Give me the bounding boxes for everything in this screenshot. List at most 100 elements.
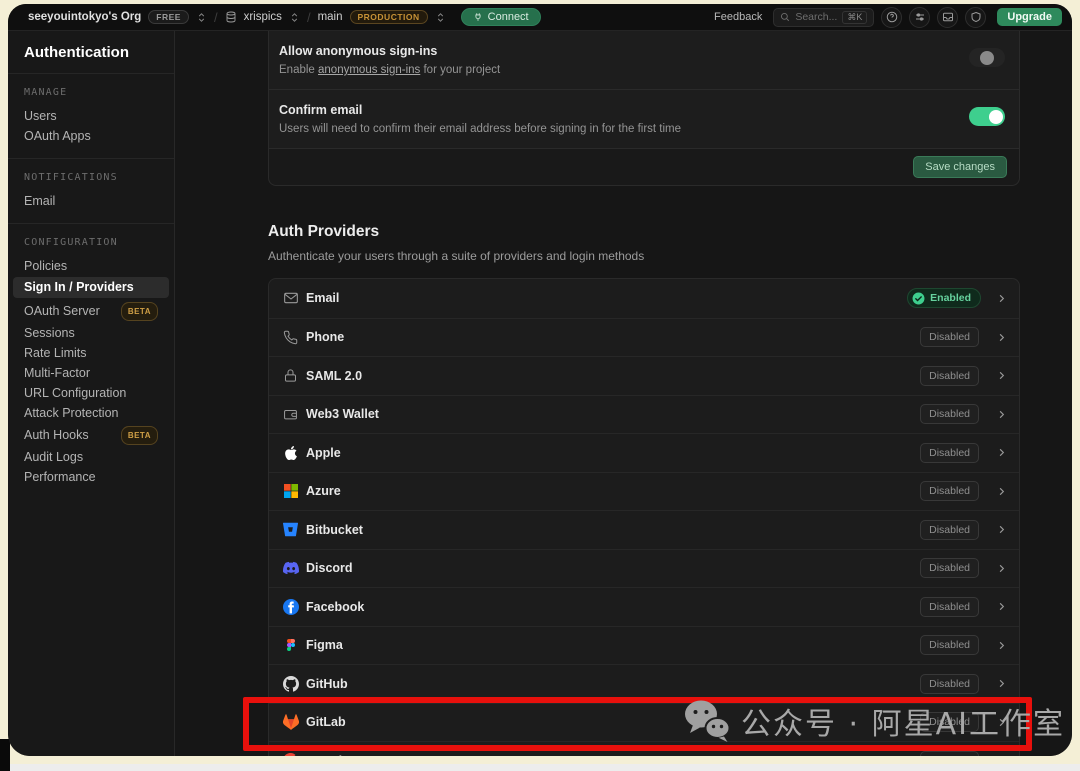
sidebar-item-label: Auth Hooks — [24, 428, 89, 443]
sidebar-item-url-configuration[interactable]: URL Configuration — [8, 383, 174, 403]
provider-row-facebook[interactable]: Facebook Disabled — [269, 587, 1019, 626]
project-switcher[interactable]: xrispics — [244, 11, 282, 23]
github-logo-icon — [282, 675, 299, 692]
sidebar-item-label: OAuth Apps — [24, 129, 91, 144]
beta-badge: BETA — [121, 426, 158, 445]
sidebar-item-label: Audit Logs — [24, 450, 83, 465]
org-switcher[interactable]: seeyouintokyo's Org — [28, 11, 141, 23]
chevron-right-icon — [996, 332, 1007, 343]
chevrons-up-down-icon[interactable] — [196, 12, 207, 23]
setting-title: Allow anonymous sign-ins — [279, 44, 969, 58]
status-badge: Disabled — [920, 712, 979, 732]
connect-button[interactable]: Connect — [461, 8, 541, 26]
sidebar-item-label: URL Configuration — [24, 386, 126, 401]
sidebar-item-sign-in-providers[interactable]: Sign In / Providers — [13, 277, 169, 298]
settings-button[interactable] — [909, 7, 930, 28]
chevrons-up-down-icon[interactable] — [289, 12, 300, 23]
sidebar-item-users[interactable]: Users — [8, 106, 174, 126]
chevron-right-icon — [996, 293, 1007, 304]
apple-logo-icon — [282, 444, 299, 461]
status-label: Enabled — [930, 292, 971, 304]
provider-row-phone[interactable]: Phone Disabled — [269, 318, 1019, 357]
provider-row-github[interactable]: GitHub Disabled — [269, 664, 1019, 703]
upgrade-button[interactable]: Upgrade — [997, 8, 1062, 26]
sidebar-item-sessions[interactable]: Sessions — [8, 323, 174, 343]
lock-icon — [282, 367, 299, 384]
branch-switcher[interactable]: main — [318, 11, 343, 23]
sidebar-section-manage: MANAGE Users OAuth Apps — [8, 74, 174, 159]
provider-row-figma[interactable]: Figma Disabled — [269, 626, 1019, 665]
phone-icon — [282, 329, 299, 346]
breadcrumb-divider: / — [214, 10, 218, 25]
provider-name: Web3 Wallet — [306, 407, 920, 421]
email-settings-card: Allow anonymous sign-ins Enable anonymou… — [268, 31, 1020, 186]
provider-row-bitbucket[interactable]: Bitbucket Disabled — [269, 510, 1019, 549]
sidebar-item-label: OAuth Server — [24, 304, 100, 319]
sidebar-item-rate-limits[interactable]: Rate Limits — [8, 343, 174, 363]
mail-icon — [282, 290, 299, 307]
corner-artifact — [0, 739, 10, 771]
sidebar-item-email[interactable]: Email — [8, 191, 174, 211]
auth-sidebar: Authentication MANAGE Users OAuth Apps N… — [8, 31, 175, 756]
sidebar-item-oauth-server[interactable]: OAuth Server BETA — [8, 299, 174, 323]
provider-name: Discord — [306, 561, 920, 575]
provider-name: Google — [306, 754, 920, 756]
section-label: NOTIFICATIONS — [8, 172, 174, 183]
provider-row-saml[interactable]: SAML 2.0 Disabled — [269, 356, 1019, 395]
setting-description: Users will need to confirm their email a… — [279, 123, 969, 135]
save-changes-button[interactable]: Save changes — [913, 156, 1007, 178]
status-badge: Disabled — [920, 481, 979, 501]
breadcrumb-divider: / — [307, 10, 311, 25]
anonymous-signins-toggle[interactable] — [969, 48, 1005, 67]
sidebar-item-audit-logs[interactable]: Audit Logs — [8, 447, 174, 467]
check-circle-icon — [912, 292, 925, 305]
status-badge: Enabled — [907, 288, 981, 308]
plan-badge: FREE — [148, 10, 189, 24]
inbox-button[interactable] — [937, 7, 958, 28]
sidebar-item-label: Sign In / Providers — [24, 280, 134, 295]
provider-name: Email — [306, 291, 907, 305]
sidebar-item-multi-factor[interactable]: Multi-Factor — [8, 363, 174, 383]
provider-row-web3-wallet[interactable]: Web3 Wallet Disabled — [269, 395, 1019, 434]
feedback-button[interactable]: Feedback — [714, 11, 762, 23]
beta-badge: BETA — [121, 302, 158, 321]
sidebar-item-label: Performance — [24, 470, 96, 485]
section-label: CONFIGURATION — [8, 237, 174, 248]
provider-row-google[interactable]: Google Disabled — [269, 741, 1019, 756]
sidebar-item-label: Sessions — [24, 326, 75, 341]
provider-name: Figma — [306, 638, 920, 652]
search-input[interactable]: Search... ⌘K — [773, 8, 874, 27]
sidebar-item-label: Policies — [24, 259, 67, 274]
microsoft-logo-icon — [282, 483, 299, 500]
sidebar-item-attack-protection[interactable]: Attack Protection — [8, 403, 174, 423]
security-button[interactable] — [965, 7, 986, 28]
provider-name: GitLab — [306, 715, 920, 729]
help-button[interactable] — [881, 7, 902, 28]
chevron-right-icon — [996, 755, 1007, 756]
anonymous-signins-row: Allow anonymous sign-ins Enable anonymou… — [269, 31, 1019, 89]
confirm-email-toggle[interactable] — [969, 107, 1005, 126]
sidebar-item-performance[interactable]: Performance — [8, 467, 174, 487]
auth-providers-list: Email Enabled Phone Disabled — [268, 278, 1020, 756]
anonymous-signins-link[interactable]: anonymous sign-ins — [318, 64, 420, 76]
plug-icon — [473, 12, 483, 22]
provider-row-apple[interactable]: Apple Disabled — [269, 433, 1019, 472]
sidebar-item-oauth-apps[interactable]: OAuth Apps — [8, 126, 174, 146]
sidebar-item-label: Email — [24, 194, 55, 209]
auth-providers-header: Auth Providers Authenticate your users t… — [268, 223, 1020, 263]
app-window: seeyouintokyo's Org FREE / xrispics / ma… — [8, 4, 1072, 756]
provider-row-discord[interactable]: Discord Disabled — [269, 549, 1019, 588]
chevrons-up-down-icon[interactable] — [435, 12, 446, 23]
chevron-right-icon — [996, 524, 1007, 535]
sidebar-item-label: Rate Limits — [24, 346, 87, 361]
sidebar-item-policies[interactable]: Policies — [8, 256, 174, 276]
provider-row-gitlab[interactable]: GitLab Disabled — [269, 703, 1019, 742]
search-placeholder: Search... — [795, 11, 837, 23]
setting-description: Enable anonymous sign-ins for your proje… — [279, 64, 969, 76]
chevron-right-icon — [996, 563, 1007, 574]
sidebar-item-auth-hooks[interactable]: Auth Hooks BETA — [8, 423, 174, 447]
provider-row-azure[interactable]: Azure Disabled — [269, 472, 1019, 511]
main-content: Allow anonymous sign-ins Enable anonymou… — [175, 31, 1072, 756]
provider-row-email[interactable]: Email Enabled — [269, 279, 1019, 318]
chevron-right-icon — [996, 486, 1007, 497]
